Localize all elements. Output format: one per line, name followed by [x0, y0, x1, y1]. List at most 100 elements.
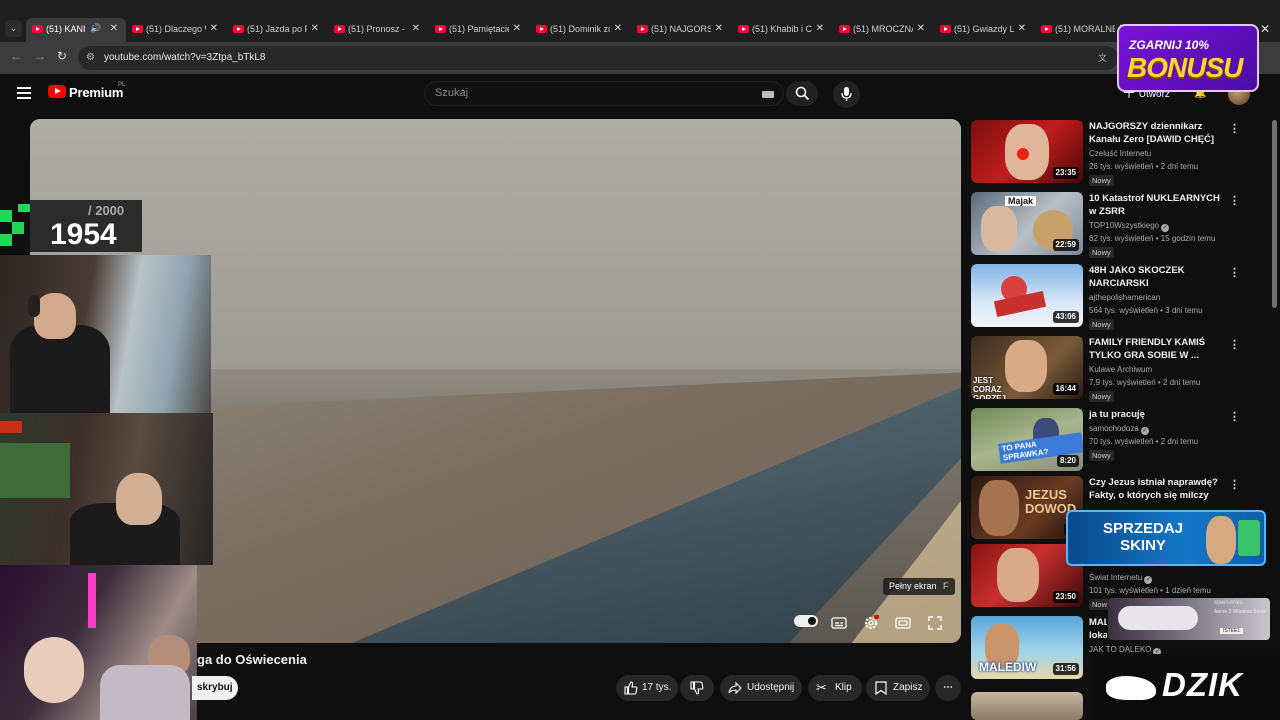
- forward-arrow-icon[interactable]: →: [34, 49, 46, 63]
- close-tab-icon[interactable]: ✕: [715, 23, 723, 34]
- translate-icon[interactable]: 文: [1098, 51, 1112, 65]
- more-vert-icon[interactable]: ⋮: [1229, 338, 1240, 351]
- browser-tab[interactable]: (51) Dominik zd ✕: [530, 18, 630, 42]
- more-vert-icon[interactable]: ⋮: [1229, 194, 1240, 207]
- omnibox[interactable]: ⚙ youtube.com/watch?v=3Ztpa_bTkL8: [78, 46, 1118, 70]
- browser-tab[interactable]: (51) Dlaczego W ✕: [126, 18, 226, 42]
- recommendation-item[interactable]: 23:35 NAJGORSZY dziennikarz Kanału Zero …: [971, 120, 1241, 186]
- facecam-2: [0, 413, 213, 565]
- tab-title: (51) Pamiętacie: [449, 24, 509, 34]
- settings-gear-icon[interactable]: [863, 615, 879, 631]
- close-tab-icon[interactable]: ✕: [412, 23, 420, 34]
- close-tab-icon[interactable]: ✕: [614, 23, 622, 34]
- share-arrow-icon: [728, 681, 742, 695]
- like-button[interactable]: 17 tys.: [616, 675, 678, 701]
- browser-tab[interactable]: (51) KANIE 🔊 ✕: [26, 18, 126, 42]
- menu-icon[interactable]: [17, 87, 31, 99]
- browser-tab[interactable]: (51) Pronosz - ✕: [328, 18, 428, 42]
- skins-ad-text: SPRZEDAJ SKINY: [1102, 520, 1184, 554]
- video-thumbnail[interactable]: [971, 692, 1083, 720]
- steelseries-brand: steelseries: [1214, 600, 1243, 606]
- browser-tab[interactable]: (51) NAJGORSZ ✕: [631, 18, 731, 42]
- search-button[interactable]: [786, 81, 818, 106]
- back-arrow-icon[interactable]: ←: [10, 49, 22, 63]
- autoplay-toggle[interactable]: [794, 615, 818, 627]
- tab-title: (51) MORALNE: [1055, 24, 1115, 34]
- close-tab-icon[interactable]: ✕: [816, 23, 824, 34]
- recommendation-item[interactable]: JEST CORAZ GORZEJ 16:44 FAMILY FRIENDLY …: [971, 336, 1241, 402]
- browser-tab[interactable]: (51) MROCZNA ✕: [833, 18, 933, 42]
- tab-title: (51) Jazda po F: [247, 24, 307, 34]
- keyboard-icon[interactable]: [762, 91, 774, 98]
- search-input[interactable]: [435, 87, 735, 99]
- tab-title: (51) MROCZNA: [853, 24, 913, 34]
- browser-tab[interactable]: (51) Pamiętacie ✕: [429, 18, 529, 42]
- search-box: [424, 81, 784, 106]
- close-tab-icon[interactable]: ✕: [917, 23, 925, 34]
- clip-button[interactable]: ✂ Klip: [808, 675, 862, 701]
- audio-playing-icon[interactable]: 🔊: [90, 23, 101, 34]
- video-title[interactable]: ja tu pracuję: [1089, 408, 1223, 421]
- youtube-header: Premium PL ＋ Utwórz 🔔: [0, 74, 1280, 114]
- dislike-button[interactable]: [680, 675, 714, 701]
- browser-tab[interactable]: (51) Jazda po F ✕: [227, 18, 327, 42]
- close-tab-icon[interactable]: ✕: [513, 23, 521, 34]
- site-info-icon[interactable]: ⚙: [86, 52, 98, 64]
- more-vert-icon[interactable]: ⋮: [1229, 478, 1240, 491]
- theater-mode-icon[interactable]: [895, 615, 911, 631]
- verified-check-icon: ✓: [1144, 576, 1153, 584]
- dzik-brand: DZIK: [1162, 666, 1243, 703]
- tab-title: (51) Dominik zd: [550, 24, 610, 34]
- reload-icon[interactable]: ↻: [57, 49, 67, 63]
- browser-tab[interactable]: (51) Khabib i C ✕: [732, 18, 832, 42]
- new-badge: Nowy: [1089, 175, 1114, 186]
- youtube-favicon-icon: [233, 25, 244, 33]
- more-vert-icon[interactable]: ⋮: [1229, 122, 1240, 135]
- subtitles-icon[interactable]: [831, 615, 847, 631]
- youtube-logo-icon[interactable]: [48, 85, 66, 98]
- close-tab-icon[interactable]: ✕: [110, 23, 118, 34]
- video-thumbnail[interactable]: 43:06: [971, 264, 1083, 327]
- close-tab-icon[interactable]: ✕: [210, 23, 218, 34]
- video-thumbnail[interactable]: 23:35: [971, 120, 1083, 183]
- channel-name[interactable]: ajthepolishamerican: [1089, 293, 1160, 302]
- video-thumbnail[interactable]: Majak 22:59: [971, 192, 1083, 255]
- video-title[interactable]: 48H JAKO SKOCZEK NARCIARSKI: [1089, 264, 1223, 290]
- search-icon: [795, 86, 810, 101]
- fullscreen-icon[interactable]: [927, 615, 943, 631]
- save-button[interactable]: Zapisz: [866, 675, 930, 701]
- brand-label[interactable]: Premium: [69, 85, 123, 100]
- more-vert-icon[interactable]: ⋮: [1229, 266, 1240, 279]
- url-text[interactable]: youtube.com/watch?v=3Ztpa_bTkL8: [104, 52, 265, 63]
- recommendation-item[interactable]: TO PANA SPRAWKA? 8:20 ja tu pracuję samo…: [971, 408, 1241, 474]
- tab-search-button[interactable]: ⌄: [5, 20, 22, 37]
- close-tab-icon[interactable]: ✕: [1018, 23, 1026, 34]
- video-title[interactable]: FAMILY FRIENDLY KAMIŚ TYLKO GRA SOBIE W …: [1089, 336, 1223, 362]
- channel-name[interactable]: Czeluść Internetu: [1089, 149, 1151, 158]
- more-actions-button[interactable]: ⋯: [935, 675, 961, 701]
- close-tab-icon[interactable]: ✕: [311, 23, 319, 34]
- video-title[interactable]: 10 Katastrof NUKLEARNYCH w ZSRR: [1089, 192, 1223, 218]
- video-title[interactable]: Czy Jezus istniał naprawdę? Fakty, o któ…: [1089, 476, 1223, 502]
- share-button[interactable]: Udostępnij: [720, 675, 802, 701]
- browser-tab[interactable]: (51) Gwiazdy L ✕: [934, 18, 1034, 42]
- channel-name[interactable]: TOP10Wszystkiego ✓: [1089, 221, 1170, 232]
- video-thumbnail[interactable]: JEST CORAZ GORZEJ 16:44: [971, 336, 1083, 399]
- channel-name[interactable]: samochodoza ✓: [1089, 424, 1149, 435]
- video-thumbnail[interactable]: TO PANA SPRAWKA? 8:20: [971, 408, 1083, 471]
- scrollbar-thumb[interactable]: [1272, 120, 1277, 308]
- video-title[interactable]: NAJGORSZY dziennikarz Kanału Zero [DAWID…: [1089, 120, 1223, 146]
- recommendation-item[interactable]: Majak 22:59 10 Katastrof NUKLEARNYCH w Z…: [971, 192, 1241, 258]
- youtube-favicon-icon: [839, 25, 850, 33]
- video-title[interactable]: MAL loka: [1089, 616, 1107, 642]
- thumbnail-label: Majak: [1005, 196, 1037, 206]
- more-vert-icon[interactable]: ⋮: [1229, 410, 1240, 423]
- subscribe-button[interactable]: skrybuj: [192, 676, 238, 700]
- video-thumbnail[interactable]: MALEDIW 31:56: [971, 616, 1083, 679]
- channel-name[interactable]: Kulawe Archiwum: [1089, 365, 1152, 374]
- channel-name[interactable]: Świat Internetu ✓: [1089, 573, 1153, 584]
- voice-search-button[interactable]: [833, 81, 860, 108]
- recommendation-item[interactable]: 43:06 48H JAKO SKOCZEK NARCIARSKI ajthep…: [971, 264, 1241, 330]
- window-close-icon[interactable]: ✕: [1260, 22, 1270, 36]
- thumbnail-label: JEST CORAZ GORZEJ: [973, 376, 1006, 399]
